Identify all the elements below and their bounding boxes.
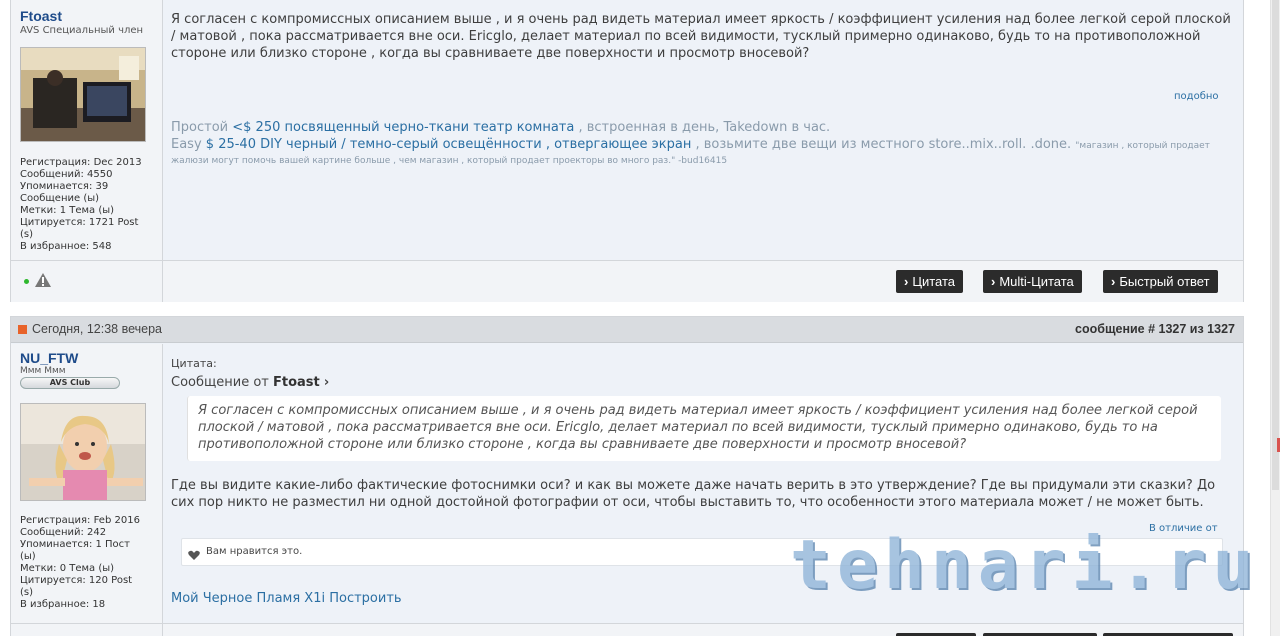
similar-link[interactable]: подобно — [1174, 91, 1219, 102]
heart-icon — [188, 546, 200, 565]
stat-mentions-cont: (ы) — [20, 551, 36, 562]
post-1-userinfo: Ftoast AVS Специальный член Регистрация:… — [11, 0, 163, 260]
sig-quote-start: "магазин , который продает — [1075, 141, 1210, 151]
site-watermark: tehnari.ru — [790, 526, 1260, 605]
stat-mentions: Упоминается: 1 Пост — [20, 539, 130, 550]
stat-favorites: В избранное: 548 — [20, 241, 112, 252]
signature-link[interactable]: Мой Черное Пламя X1i Построить — [171, 591, 402, 606]
post-2-usertitle: Ммм Ммм — [20, 366, 66, 376]
stat-posts: Сообщений: 4550 — [20, 169, 113, 180]
quote-author-link[interactable]: Ftoast — [273, 375, 320, 390]
quick-reply-button[interactable]: › Быстрый ответ — [1103, 270, 1218, 293]
rank-badge: AVS Club — [20, 377, 120, 389]
sig-line1-suffix: , встроенная в день, Takedown в час. — [578, 120, 831, 135]
page-scrollbar[interactable] — [1270, 0, 1280, 636]
quick-reply-button-label: Быстрый ответ — [1119, 274, 1210, 289]
post-number[interactable]: сообщение # 1327 из 1327 — [1075, 322, 1235, 336]
multi-quote-button-label: Multi-Цитата — [999, 274, 1074, 289]
post-1-usertitle: AVS Специальный член — [20, 25, 144, 36]
stat-mentions: Упоминается: 39 — [20, 181, 109, 192]
sig-quote-end: жалюзи могут помочь вашей картине больше… — [171, 156, 728, 166]
likes-text: Вам нравится это. — [206, 546, 303, 557]
post-2-footer — [11, 623, 1243, 636]
post-status-icon — [18, 325, 27, 334]
stat-tags: Метки: 0 Тема (ы) — [20, 563, 115, 574]
stat-registration: Регистрация: Dec 2013 — [20, 157, 142, 168]
post-2-header: Сегодня, 12:38 вечера сообщение # 1327 и… — [11, 317, 1243, 343]
quote-button-label: Цитата — [912, 274, 956, 289]
stat-registration: Регистрация: Feb 2016 — [20, 515, 140, 526]
stat-tags: Метки: 1 Тема (ы) — [20, 205, 115, 216]
post-date: Сегодня, 12:38 вечера — [32, 322, 163, 336]
post-1-avatar[interactable] — [20, 47, 146, 142]
arrow-icon: › — [1111, 274, 1116, 289]
footer-user-cell — [11, 624, 163, 636]
stat-posts: Сообщений: 242 — [20, 527, 107, 538]
arrow-icon: › — [904, 274, 909, 289]
post-2-userinfo: NU_FTW Ммм Ммм AVS Club Регистрация: Feb… — [11, 344, 163, 623]
quote-button[interactable]: › Цитата — [896, 270, 964, 293]
post-2-message: Где вы видите какие-либо фактические фот… — [171, 478, 1216, 510]
stat-favorites: В избранное: 18 — [20, 599, 106, 610]
post-1: Ftoast AVS Специальный член Регистрация:… — [10, 0, 1244, 302]
multi-quote-button[interactable]: › Multi-Цитата — [983, 270, 1082, 293]
sig-line1-prefix: Простой — [171, 120, 229, 135]
scrollbar-thumb[interactable] — [1272, 0, 1279, 490]
report-warning-icon[interactable] — [34, 272, 52, 292]
post-1-username[interactable]: Ftoast — [20, 8, 62, 24]
stat-quoted-cont: (s) — [20, 229, 34, 240]
quote-attribution: Сообщение от Ftoast › — [171, 375, 329, 390]
sig-screen-link[interactable]: $ 25-40 DIY черный / темно-серый освещён… — [206, 137, 692, 152]
arrow-icon: › — [991, 274, 996, 289]
post-1-footer: › Цитата › Multi-Цитата › Быстрый ответ — [11, 260, 1243, 302]
quote-label: Цитата: — [171, 357, 217, 370]
quote-from-prefix: Сообщение от — [171, 375, 269, 390]
quote-box: Я согласен с компромиссных описанием выш… — [187, 396, 1221, 461]
post-1-message: Я согласен с компромиссных описанием выш… — [171, 12, 1231, 61]
stat-quoted: Цитируется: 1721 Post — [20, 217, 139, 228]
view-post-arrow-icon[interactable]: › — [324, 375, 329, 390]
stat-mentions-cont: Сообщение (ы) — [20, 193, 100, 204]
online-status-icon — [24, 279, 29, 284]
stat-quoted: Цитируется: 120 Post — [20, 575, 133, 586]
stat-quoted-cont: (s) — [20, 587, 34, 598]
post-2-stats: Регистрация: Feb 2016 Сообщений: 242 Упо… — [20, 515, 160, 611]
post-2-username[interactable]: NU_FTW — [20, 350, 78, 366]
post-1-signature: Простой <$ 250 посвященный черно-ткани т… — [171, 119, 1241, 168]
post-2-avatar[interactable] — [20, 403, 146, 501]
post-1-stats: Регистрация: Dec 2013 Сообщений: 4550 Уп… — [20, 157, 160, 253]
sig-theater-link[interactable]: <$ 250 посвященный черно-ткани театр ком… — [232, 120, 574, 135]
sig-line2-prefix: Easy — [171, 137, 202, 152]
sig-line2-suffix: , возьмите две вещи из местного store..m… — [695, 137, 1072, 152]
footer-user-cell — [11, 261, 163, 302]
